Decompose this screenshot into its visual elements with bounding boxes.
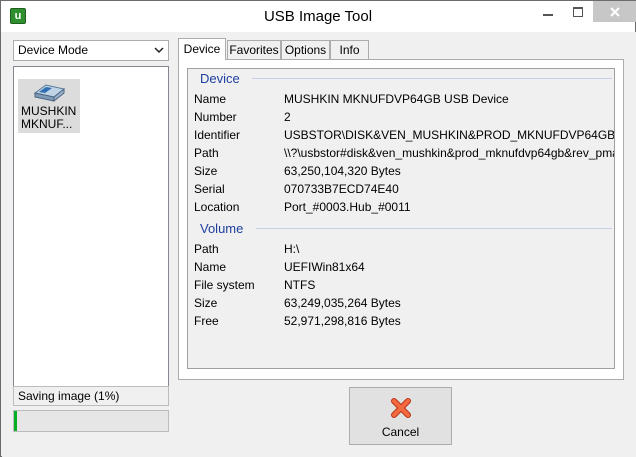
tab-options[interactable]: Options — [281, 40, 330, 60]
device-serial-value: 070733B7ECD74E40 — [284, 182, 399, 196]
device-number-value: 2 — [284, 110, 291, 124]
device-number-label: Number — [194, 110, 237, 124]
device-identifier-value: USBSTOR\DISK&VEN_MUSHKIN&PROD_MKNUFDVP64… — [284, 128, 615, 142]
progress-bar — [13, 410, 169, 432]
app-window: USB Image Tool u Device Mode MUSHKIN MKN… — [0, 0, 636, 457]
device-serial-label: Serial — [194, 182, 225, 196]
volume-filesystem-value: NTFS — [284, 278, 316, 292]
device-section-divider — [252, 78, 612, 79]
device-path-value: \\?\usbstor#disk&ven_mushkin&prod_mknufd… — [284, 146, 614, 160]
cancel-button[interactable]: Cancel — [349, 387, 452, 445]
volume-name-value: UEFIWin81x64 — [284, 260, 365, 274]
volume-size-value: 63,249,035,264 Bytes — [284, 296, 401, 310]
volume-size-label: Size — [194, 296, 218, 310]
mode-select[interactable]: Device Mode — [13, 40, 169, 61]
volume-free-label: Free — [194, 314, 219, 328]
close-icon — [609, 7, 620, 17]
title-bar[interactable]: USB Image Tool u — [1, 1, 636, 32]
usb-drive-icon — [33, 84, 66, 103]
device-tab-panel: Device Name MUSHKIN MKNUFDVP64GB USB Dev… — [178, 59, 624, 380]
chevron-down-icon — [154, 47, 164, 54]
device-location-label: Location — [194, 200, 240, 214]
mode-select-value: Device Mode — [18, 43, 89, 57]
device-size-value: 63,250,104,320 Bytes — [284, 164, 401, 178]
tab-info[interactable]: Info — [330, 40, 369, 60]
tab-favorites[interactable]: Favorites — [227, 40, 281, 60]
volume-path-label: Path — [194, 242, 219, 256]
volume-section-title: Volume — [200, 221, 244, 236]
device-size-label: Size — [194, 164, 218, 178]
device-item[interactable]: MUSHKIN MKNUF... — [18, 79, 80, 133]
volume-filesystem-label: File system — [194, 278, 255, 292]
app-icon: u — [10, 8, 26, 24]
volume-path-value: H:\ — [284, 242, 300, 256]
device-name-value: MUSHKIN MKNUFDVP64GB USB Device — [284, 92, 509, 106]
device-section-title: Device — [200, 71, 240, 86]
device-list[interactable]: MUSHKIN MKNUF... — [13, 66, 169, 406]
minimize-button[interactable] — [533, 1, 563, 22]
device-identifier-label: Identifier — [194, 128, 241, 142]
maximize-icon — [573, 7, 583, 17]
maximize-button[interactable] — [563, 1, 593, 22]
cancel-button-label: Cancel — [381, 425, 420, 439]
minimize-icon — [543, 14, 553, 16]
details-panel: Device Name MUSHKIN MKNUFDVP64GB USB Dev… — [187, 68, 615, 369]
device-path-label: Path — [194, 146, 219, 160]
volume-section-divider — [256, 228, 612, 229]
client-area: Device Mode MUSHKIN MKNUF... Saving imag… — [2, 32, 636, 457]
device-name-label: Name — [194, 92, 227, 106]
status-text: Saving image (1%) — [13, 386, 169, 406]
volume-name-label: Name — [194, 260, 227, 274]
cancel-x-icon — [391, 398, 411, 418]
device-location-value: Port_#0003.Hub_#0011 — [284, 200, 411, 214]
volume-free-value: 52,971,298,816 Bytes — [284, 314, 401, 328]
close-button[interactable] — [593, 1, 636, 22]
tab-device[interactable]: Device — [178, 38, 226, 60]
progress-fill — [14, 411, 18, 431]
device-item-label: MUSHKIN MKNUF... — [21, 104, 77, 131]
